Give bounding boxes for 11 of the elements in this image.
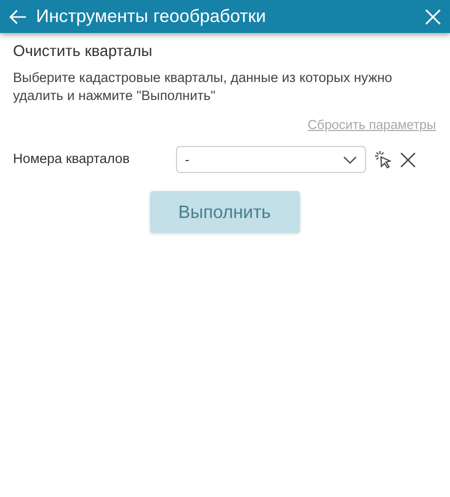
reset-link[interactable]: Сбросить параметры <box>308 117 436 132</box>
chevron-down-icon <box>343 156 357 164</box>
dropdown-field[interactable]: - <box>176 146 366 173</box>
tool-description: Выберите кадастровые кварталы, данные из которых нужно удалить и нажмите "Выполнить" <box>13 69 394 105</box>
tool-title: Очистить кварталы <box>13 43 154 61</box>
pointer-click-icon <box>374 150 392 170</box>
close-icon <box>425 8 441 24</box>
close-icon <box>400 152 416 168</box>
field-label: Номера кварталов <box>13 150 131 166</box>
panel-title: Инструменты геообработки <box>36 6 266 27</box>
back-arrow-icon <box>9 8 27 24</box>
